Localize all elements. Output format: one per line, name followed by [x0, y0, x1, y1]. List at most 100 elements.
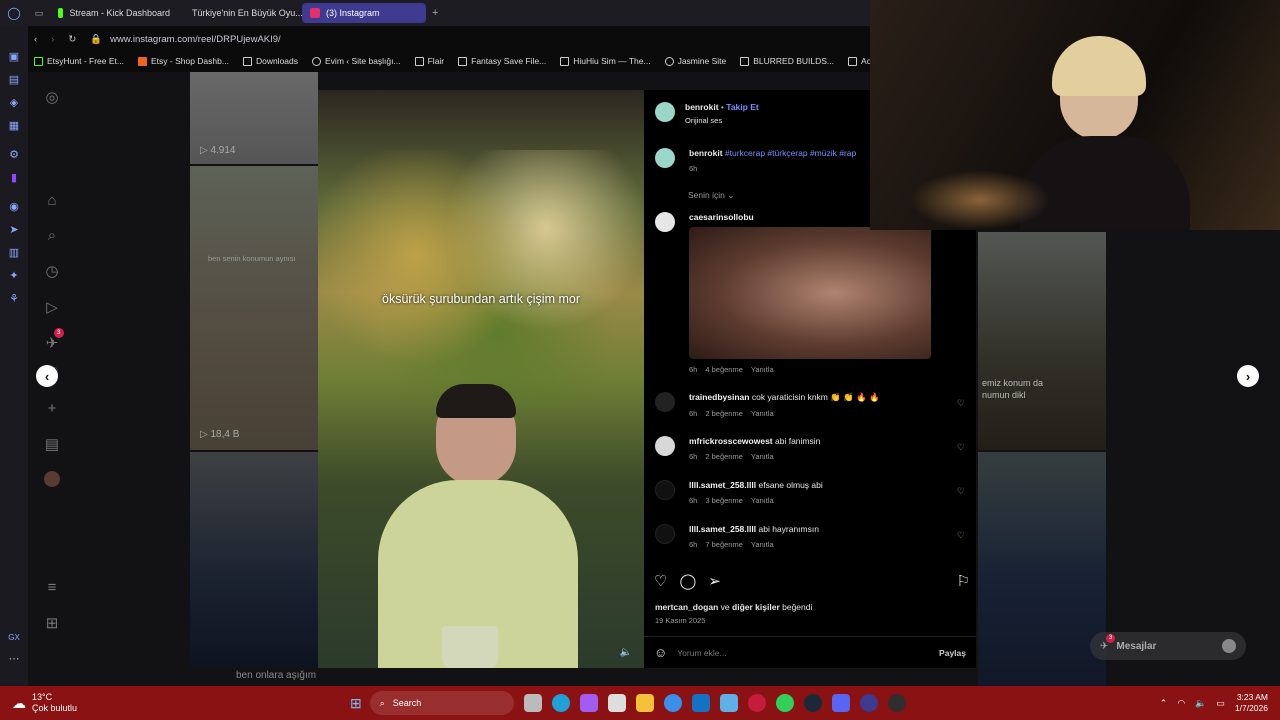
new-tab-button[interactable]: + [432, 7, 438, 19]
bookmark-icon[interactable]: ⚐ [957, 572, 970, 590]
avatar[interactable] [655, 212, 675, 232]
dashboard-icon[interactable]: ▤ [45, 435, 59, 453]
app-icon[interactable] [719, 694, 738, 712]
file-explorer-icon[interactable] [635, 694, 654, 712]
start-icon[interactable]: ⊞ [350, 695, 362, 712]
messages-button[interactable]: ✈ 3 Mesajlar [1090, 632, 1246, 660]
discord-icon[interactable] [831, 694, 850, 712]
battery-icon[interactable]: ▭ [1216, 698, 1225, 709]
send-icon[interactable]: ➤ [9, 223, 18, 236]
search-box[interactable]: ⌕ Search [369, 691, 514, 715]
outlook-icon[interactable] [691, 694, 710, 712]
comment-image[interactable] [689, 227, 931, 359]
whatsapp-icon[interactable] [775, 694, 794, 712]
like-icon[interactable]: ♡ [654, 572, 667, 590]
reply-button[interactable]: Yanıtla [751, 409, 774, 418]
comment-icon[interactable]: ◯ [679, 572, 696, 590]
bookmark[interactable]: Jasmine Site [664, 56, 726, 66]
search-icon[interactable]: ⌕ [48, 227, 56, 244]
task-view-icon[interactable] [523, 694, 542, 712]
sidebar-app-icon[interactable]: ▣ [9, 50, 19, 63]
bookmark[interactable]: BLURRED BUILDS... [740, 56, 834, 66]
bookmark[interactable]: Etsy - Shop Dashb... [138, 56, 229, 66]
create-icon[interactable]: + [48, 400, 57, 417]
reels-icon[interactable]: ▷ [46, 298, 58, 316]
avatar[interactable] [655, 392, 675, 412]
forward-icon[interactable]: › [51, 34, 54, 45]
store-icon[interactable] [607, 694, 626, 712]
sidebar-app-icon[interactable]: ▦ [9, 119, 19, 132]
back-icon[interactable]: ‹ [34, 34, 37, 45]
sidebar-app-icon[interactable]: ⚙ [9, 148, 19, 161]
next-button[interactable]: › [1237, 365, 1259, 387]
browser-logo-icon[interactable]: ◯ [0, 6, 28, 20]
bookmark[interactable]: Fantasy Save File... [458, 56, 546, 66]
more-icon[interactable]: ⋯ [9, 652, 20, 665]
reload-icon[interactable]: ↻ [68, 34, 76, 45]
emoji-icon[interactable]: ☺ [654, 645, 667, 660]
like-heart-icon[interactable]: ♡ [957, 486, 965, 497]
mute-icon[interactable]: 🔈 [620, 647, 632, 658]
sidebar-app-icon[interactable]: ✦ [9, 269, 18, 282]
messages-icon[interactable]: ✈ 3 [46, 328, 64, 352]
sidebar-app-icon[interactable]: ▥ [9, 246, 19, 259]
reel-thumbnail[interactable] [190, 452, 318, 668]
app-icon[interactable] [663, 694, 682, 712]
sidebar-app-icon[interactable]: ▤ [9, 73, 19, 86]
bookmark[interactable]: EtsyHunt - Free Et... [34, 56, 124, 66]
avatar[interactable] [655, 102, 675, 122]
explore-icon[interactable]: ◷ [45, 262, 58, 280]
reel-thumbnail[interactable]: emiz konum da numun dikl [978, 232, 1106, 450]
sidebar-app-icon[interactable]: ◉ [9, 200, 19, 213]
bookmark[interactable]: Evim ‹ Site başlığı... [312, 56, 401, 66]
reel-video[interactable]: öksürük şurubundan artık çişim mor 🔈 [318, 90, 644, 668]
reply-button[interactable]: Yanıtla [751, 496, 774, 505]
app-icon[interactable] [859, 694, 878, 712]
tab-kick[interactable]: Stream - Kick Dashboard [50, 3, 178, 23]
url-field[interactable]: www.instagram.com/reel/DRPUjewAKI9/ [110, 34, 281, 45]
follow-button[interactable]: Takip Et [726, 102, 758, 112]
post-comment-button[interactable]: Paylaş [939, 648, 966, 658]
bookmark[interactable]: Downloads [242, 56, 298, 66]
caption-author[interactable]: benrokit [689, 148, 723, 158]
copilot-icon[interactable] [579, 694, 598, 712]
home-icon[interactable]: ⌂ [47, 192, 56, 209]
avatar[interactable] [655, 148, 675, 168]
avatar[interactable] [44, 471, 60, 487]
chevron-up-icon[interactable]: ⌃ [1160, 698, 1168, 709]
clock[interactable]: 3:23 AM 1/7/2026 [1235, 692, 1268, 713]
comment-input[interactable] [677, 647, 930, 658]
sidebar-app-icon[interactable]: ⚘ [9, 292, 19, 305]
author-name[interactable]: benrokit [685, 102, 719, 112]
sort-dropdown[interactable]: Senin için ⌄ [688, 190, 734, 201]
reply-button[interactable]: Yanıtla [751, 540, 774, 549]
reply-button[interactable]: Yanıtla [751, 452, 774, 461]
reel-thumbnail[interactable]: ▷ 4.914 [190, 72, 318, 164]
steam-icon[interactable] [803, 694, 822, 712]
avatar[interactable] [655, 436, 675, 456]
like-heart-icon[interactable]: ♡ [957, 442, 965, 453]
bookmark[interactable]: Flair [414, 56, 444, 66]
reel-thumbnail[interactable]: ben senin konumun aynısı ▷ 18,4 B [190, 166, 318, 450]
instagram-icon[interactable]: ◎ [45, 88, 58, 106]
bookmark[interactable]: Acco [848, 56, 870, 66]
weather-widget[interactable]: ☁ 13°C Çok bulutlu [0, 692, 340, 714]
tab-list-icon[interactable]: ▭ [28, 8, 50, 19]
twitch-icon[interactable]: ▮ [11, 171, 17, 184]
menu-icon[interactable]: ≡ [48, 579, 57, 596]
tab-instagram[interactable]: (3) Instagram [302, 3, 426, 23]
reply-button[interactable]: Yanıtla [751, 365, 774, 374]
obs-icon[interactable] [887, 694, 906, 712]
sidebar-app-icon[interactable]: ◈ [10, 96, 18, 109]
previous-button[interactable]: ‹ [36, 365, 58, 387]
like-heart-icon[interactable]: ♡ [957, 530, 965, 541]
apps-icon[interactable]: ⊞ [46, 614, 59, 632]
reel-thumbnail[interactable] [978, 452, 1106, 686]
audio-label[interactable]: Orijinal ses [685, 116, 759, 125]
share-icon[interactable]: ➢ [708, 572, 721, 590]
gx-label[interactable]: GX [8, 633, 20, 642]
avatar[interactable] [655, 524, 675, 544]
edge-icon[interactable] [551, 694, 570, 712]
bookmark[interactable]: HiuHiu Sim — The... [560, 56, 651, 66]
tab-turkiye[interactable]: Türkiye'nin En Büyük Oyu... [178, 3, 302, 23]
